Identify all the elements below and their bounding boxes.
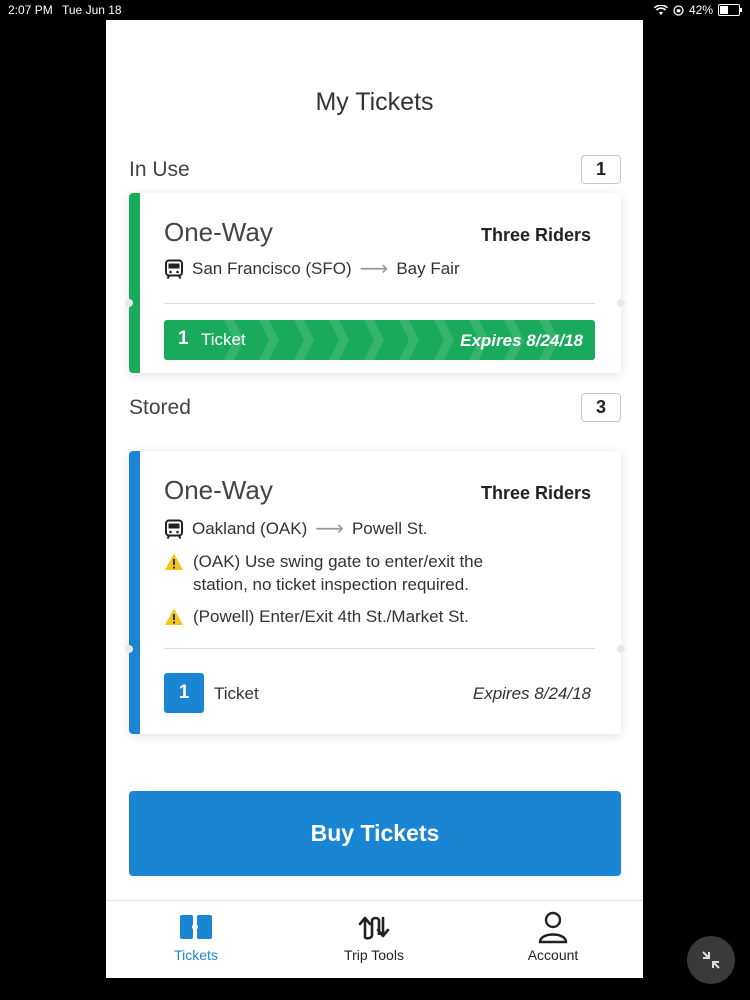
page-title: My Tickets (315, 88, 434, 116)
tab-trip-tools[interactable]: Trip Tools (314, 901, 434, 978)
train-icon (165, 259, 183, 279)
status-indicators: 42% (653, 3, 742, 17)
tab-label: Tickets (174, 947, 218, 963)
stored-ticket-footer: 1 Ticket Expires 8/24/18 (164, 673, 591, 713)
warning-icon (165, 608, 183, 625)
card-notch (617, 299, 625, 307)
stored-ticket-card[interactable]: One-Way Three Riders Oakland (OAK) ⟶ Pow… (125, 451, 625, 734)
card-notch (617, 645, 625, 653)
trip-tools-icon (358, 916, 390, 940)
in-use-ticket-card[interactable]: One-Way Three Riders San Francisco (SFO)… (125, 193, 625, 373)
tab-label: Trip Tools (344, 947, 404, 963)
tab-tickets[interactable]: Tickets (136, 901, 256, 978)
exit-fullscreen-button[interactable] (687, 936, 735, 984)
tab-account[interactable]: Account (493, 901, 613, 978)
destination-station: Bay Fair (396, 258, 460, 278)
battery-percent: 42% (688, 3, 713, 17)
account-icon (538, 911, 568, 944)
orientation-lock-icon (673, 4, 684, 16)
chevron-decor (434, 320, 454, 360)
ticket-type: One-Way (164, 475, 273, 505)
origin-station: Oakland (OAK) (192, 518, 308, 538)
tab-bar: Tickets Trip Tools Account (106, 900, 643, 978)
trip-route: San Francisco (SFO) ⟶ Bay Fair (164, 256, 460, 281)
route-arrow-icon: ⟶ (359, 258, 389, 280)
app-window: My Tickets In Use 1 One-Way Three Riders… (106, 20, 643, 978)
tickets-screen: My Tickets In Use 1 One-Way Three Riders… (106, 20, 643, 900)
chevron-decor (259, 320, 279, 360)
in-use-heading: In Use (129, 158, 190, 181)
trip-route: Oakland (OAK) ⟶ Powell St. (164, 516, 428, 541)
status-date: Tue Jun 18 (62, 3, 122, 17)
rider-count: Three Riders (480, 483, 591, 503)
active-ticket-expiry: Expires 8/24/18 (460, 331, 583, 350)
wifi-icon (653, 4, 668, 15)
stored-count-badge: 3 (581, 393, 621, 422)
warning-icon (165, 553, 183, 570)
tab-label: Account (527, 947, 579, 963)
station-notice: (OAK) Use swing gate to enter/exit the s… (164, 550, 483, 596)
card-accent-stripe (129, 193, 140, 373)
train-icon (165, 519, 183, 539)
battery-icon (718, 4, 742, 16)
buy-tickets-button[interactable]: Buy Tickets (129, 791, 621, 876)
notice-line: (OAK) Use swing gate to enter/exit the (193, 552, 484, 571)
stored-ticket-count: 1 (164, 673, 204, 713)
chevron-decor (294, 320, 314, 360)
tickets-icon (180, 915, 212, 939)
card-divider (164, 648, 595, 649)
ticket-type: One-Way (164, 217, 273, 247)
status-time: 2:07 PM (8, 3, 53, 17)
station-notice: (Powell) Enter/Exit 4th St./Market St. (164, 605, 469, 628)
active-ticket-bar[interactable]: 1 Ticket Expires 8/24/18 (164, 320, 595, 360)
active-ticket-count: 1 (178, 328, 189, 349)
chevron-decor (364, 320, 384, 360)
status-bar: 2:07 PM Tue Jun 18 42% (0, 0, 750, 20)
card-notch (125, 299, 133, 307)
collapse-icon (702, 951, 720, 969)
chevron-decor (329, 320, 349, 360)
stored-heading: Stored (129, 396, 191, 419)
stored-ticket-expiry: Expires 8/24/18 (472, 684, 591, 703)
stored-ticket-label: Ticket (214, 684, 259, 703)
chevron-decor (399, 320, 419, 360)
card-divider (164, 303, 595, 304)
route-arrow-icon: ⟶ (315, 518, 344, 540)
origin-station: San Francisco (SFO) (192, 258, 352, 278)
card-accent-stripe (129, 451, 140, 734)
rider-count: Three Riders (480, 225, 591, 245)
in-use-count-badge: 1 (581, 155, 621, 184)
destination-station: Powell St. (351, 518, 428, 538)
card-notch (125, 645, 133, 653)
notice-text: (OAK) Use swing gate to enter/exit the s… (193, 550, 483, 596)
active-ticket-label: Ticket (201, 330, 246, 349)
notice-line: station, no ticket inspection required. (193, 575, 469, 594)
notice-text: (Powell) Enter/Exit 4th St./Market St. (193, 607, 469, 626)
